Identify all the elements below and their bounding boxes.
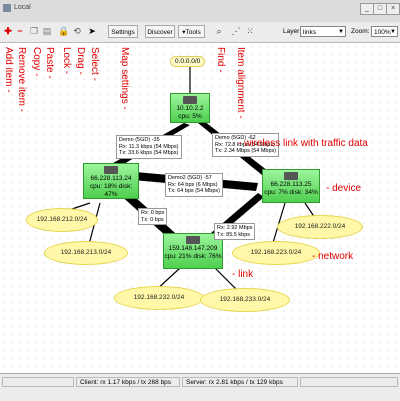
maximize-button[interactable]: □ [373, 3, 387, 15]
network-cloud[interactable]: 192.168.222.0/24 [277, 215, 363, 239]
annotation-device: - device [326, 183, 362, 194]
annotation-select: Select - [89, 47, 100, 81]
network-cloud[interactable]: 192.168.232.0/24 [114, 286, 204, 310]
address-bubble[interactable]: 0.0.0.0/0 [170, 56, 206, 67]
traffic-label: Rx: 0 bps Tx: 0 bps [138, 208, 168, 225]
align-icon[interactable]: ⋰ [230, 25, 242, 38]
annotation-map-settings: Map settings - [119, 47, 130, 110]
status-client: Client: rx 1.17 kbps / tx 268 bps [76, 377, 180, 387]
tools-button[interactable]: ▾Tools [178, 25, 205, 38]
device-ip: 66.228.113.24 [90, 175, 132, 182]
chevron-down-icon: ▼ [338, 29, 344, 35]
settings-button[interactable]: Settings [108, 25, 138, 38]
lock-icon[interactable]: 🔒 [58, 25, 70, 38]
window-title: Local [14, 4, 31, 11]
select-icon[interactable]: ➤ [86, 25, 98, 38]
title-bar: Local _ □ × [0, 0, 400, 23]
annotation-item-alignment: Item alignment - [235, 47, 246, 119]
annotation-drag: Drag - [75, 47, 86, 75]
add-item-icon[interactable]: ✚ [2, 25, 14, 38]
traffic-label: Demo2 (5GD) -57 Rx: 64 bps (6 Mbps) Tx: … [165, 173, 223, 197]
discover-button[interactable]: Discover [145, 25, 175, 38]
annotation-copy: Copy - [31, 47, 42, 77]
toolbar: ✚ − ❐ ▤ 🔒 ⟲ ➤ Settings Discover ▾Tools ⌕… [0, 22, 400, 43]
device-stats: cpu: 18% disk: 47% [89, 183, 133, 198]
annotation-remove-item: Remove item - [16, 47, 27, 113]
layer-select[interactable]: links ▼ [300, 26, 346, 37]
traffic-label: Demo (5GD) -35 Rx: 11.3 kbps (54 Mbps) T… [116, 135, 182, 159]
copy-icon[interactable]: ❐ [28, 25, 40, 38]
server-icon [186, 236, 200, 244]
router-icon [284, 172, 298, 180]
chevron-down-icon: ▼ [390, 29, 396, 35]
zoom-select[interactable]: 100% ▼ [371, 26, 398, 37]
device-stats: cpu: 21% disk: 76% [164, 253, 222, 260]
annotation-lock: Lock - [61, 47, 72, 75]
zoom-label: Zoom: [351, 28, 370, 35]
annotation-network: - network [312, 251, 354, 262]
device-stats: cpu: 7% disk: 34% [264, 189, 318, 196]
annotation-link: - link [232, 269, 254, 280]
annotation-wireless-link: - wireless link with traffic data [238, 138, 368, 149]
layer-value: links [303, 29, 317, 36]
status-empty-cell [300, 377, 398, 387]
network-cloud[interactable]: 192.168.223.0/24 [232, 241, 320, 265]
status-bar: Client: rx 1.17 kbps / tx 268 bps Server… [0, 373, 400, 401]
align-grid-icon[interactable]: ⁙ [244, 25, 256, 38]
device-ip: 159.148.147.209 [168, 245, 218, 252]
paste-icon[interactable]: ▤ [41, 25, 53, 38]
annotation-find: Find - [215, 47, 226, 73]
device-stats: cpu: 5% [178, 113, 202, 120]
device-node[interactable]: 66.228.113.24 cpu: 18% disk: 47% [83, 163, 139, 199]
status-server: Server: rx 2.81 kbps / tx 129 kbps [182, 377, 298, 387]
router-icon [183, 96, 197, 104]
drag-icon[interactable]: ⟲ [71, 25, 83, 38]
traffic-label: Rx: 2.92 Mbps Tx: 85.5 kbps [214, 223, 256, 240]
router-icon [104, 166, 118, 174]
remove-item-icon[interactable]: − [14, 25, 26, 38]
app-icon [3, 4, 11, 12]
device-ip: 10.10.2.2 [176, 105, 204, 112]
find-icon[interactable]: ⌕ [213, 25, 225, 38]
network-map[interactable]: Add item - Remove item - Copy - Paste - … [0, 43, 400, 373]
device-node[interactable]: 66.228.113.25 cpu: 7% disk: 34% [262, 169, 320, 203]
status-empty-cell [2, 377, 74, 387]
zoom-value: 100% [374, 29, 391, 36]
close-button[interactable]: × [386, 3, 400, 15]
tools-label: Tools [185, 29, 201, 36]
minimize-button[interactable]: _ [360, 3, 374, 15]
network-cloud[interactable]: 192.168.212.0/24 [26, 208, 98, 232]
layer-label: Layer: [283, 28, 302, 35]
device-ip: 66.228.113.25 [270, 181, 312, 188]
device-node[interactable]: 10.10.2.2 cpu: 5% [170, 93, 210, 123]
annotation-paste: Paste - [44, 47, 55, 79]
annotation-add-item: Add item - [3, 47, 14, 93]
network-cloud[interactable]: 192.168.213.0/24 [44, 241, 128, 265]
network-cloud[interactable]: 192.168.233.0/24 [200, 288, 290, 312]
